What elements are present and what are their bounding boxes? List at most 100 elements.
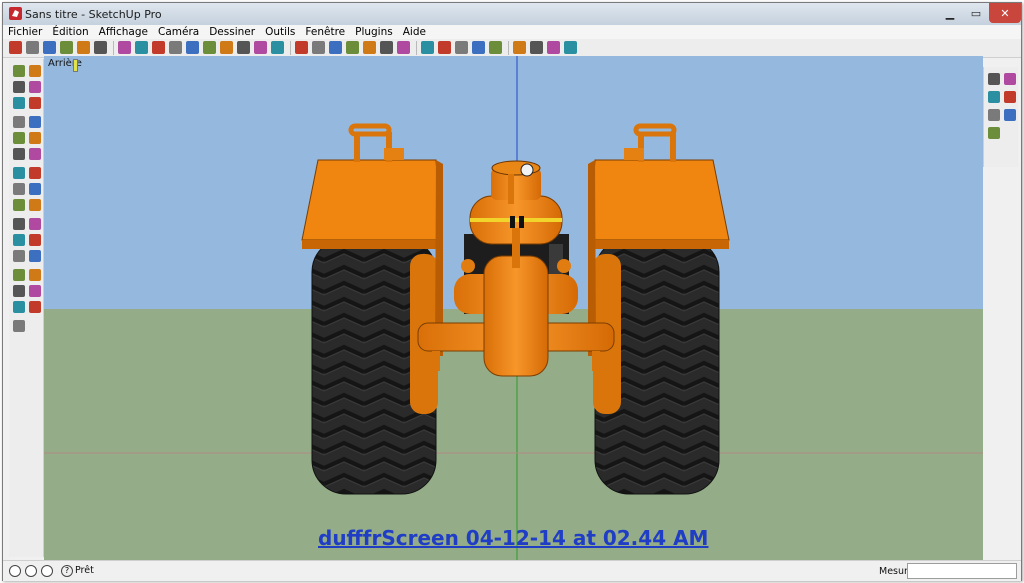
section-plane-icon[interactable]: [13, 320, 25, 332]
menu-fichier[interactable]: Fichier: [3, 25, 47, 39]
layers-icon[interactable]: [547, 41, 560, 54]
look-around-icon[interactable]: [13, 301, 25, 313]
walk-icon[interactable]: [29, 301, 41, 313]
iso-view-icon[interactable]: [312, 41, 325, 54]
scale-icon[interactable]: [29, 167, 41, 179]
pan-icon[interactable]: [13, 250, 25, 262]
components-icon[interactable]: [295, 41, 308, 54]
tape-measure-icon[interactable]: [29, 183, 41, 195]
position-camera-icon[interactable]: [29, 285, 41, 297]
dimension-icon[interactable]: [13, 199, 25, 211]
hidden-line-icon[interactable]: [455, 41, 468, 54]
zoom-extents-icon[interactable]: [271, 41, 284, 54]
paint-bucket-icon[interactable]: [203, 41, 216, 54]
line-icon[interactable]: [13, 97, 25, 109]
orbit-icon[interactable]: [220, 41, 233, 54]
left-rear-tire: [311, 237, 438, 495]
move-icon[interactable]: [29, 132, 41, 144]
toolbar-separator: [290, 41, 291, 55]
push-pull-icon[interactable]: [13, 148, 25, 160]
rotate-icon[interactable]: [29, 148, 41, 160]
close-button[interactable]: ✕: [989, 3, 1021, 23]
drawing-area[interactable]: Arrière dufffrScreen 04-12-14 at 02.44 A…: [44, 56, 983, 561]
shaded-icon[interactable]: [472, 41, 485, 54]
front-view-icon[interactable]: [346, 41, 359, 54]
offset-icon[interactable]: [13, 183, 25, 195]
menu-edition[interactable]: Édition: [47, 25, 93, 39]
rotate-icon[interactable]: [152, 41, 165, 54]
minimize-button[interactable]: ▁: [937, 3, 963, 23]
toolbar-separator: [416, 41, 417, 55]
freehand-icon[interactable]: [13, 132, 25, 144]
measurements-box[interactable]: [907, 563, 1017, 579]
select-icon[interactable]: [9, 41, 22, 54]
status-bar: ? Prêt Mesures: [3, 560, 1021, 581]
axes-icon[interactable]: [29, 218, 41, 230]
credits-icon[interactable]: [25, 565, 37, 577]
from-contours-icon[interactable]: [1004, 109, 1016, 121]
select-icon[interactable]: [13, 65, 25, 77]
geo-location-icon[interactable]: [9, 565, 21, 577]
stamp-icon[interactable]: [1004, 73, 1016, 85]
smoove-icon[interactable]: [988, 73, 1000, 85]
offset-icon[interactable]: [169, 41, 182, 54]
zoom-window-icon[interactable]: [13, 269, 25, 281]
menu-dessiner[interactable]: Dessiner: [204, 25, 260, 39]
eraser-icon[interactable]: [29, 65, 41, 77]
back-view-icon[interactable]: [380, 41, 393, 54]
eraser-icon[interactable]: [26, 41, 39, 54]
menu-affichage[interactable]: Affichage: [94, 25, 153, 39]
help-icon[interactable]: ?: [61, 565, 73, 577]
zoom-icon[interactable]: [29, 250, 41, 262]
3d-text-icon[interactable]: [13, 234, 25, 246]
zoom-extents-icon[interactable]: [29, 269, 41, 281]
window-title: Sans titre - SketchUp Pro: [25, 8, 162, 21]
toolbar-separator: [508, 41, 509, 55]
push-pull-icon[interactable]: [118, 41, 131, 54]
pan-icon[interactable]: [237, 41, 250, 54]
menu-camera[interactable]: Caméra: [153, 25, 204, 39]
menu-aide[interactable]: Aide: [398, 25, 431, 39]
pencil-icon[interactable]: [43, 41, 56, 54]
orbit-icon[interactable]: [29, 234, 41, 246]
user-icon[interactable]: [41, 565, 53, 577]
circle-icon[interactable]: [29, 97, 41, 109]
menu-fenetre[interactable]: Fenêtre: [300, 25, 350, 39]
flip-edge-icon[interactable]: [988, 109, 1000, 121]
menu-bar: Fichier Édition Affichage Caméra Dessine…: [3, 25, 1021, 39]
text-icon[interactable]: [13, 218, 25, 230]
menu-outils[interactable]: Outils: [260, 25, 300, 39]
watermark-text: dufffrScreen 04-12-14 at 02.44 AM: [318, 526, 709, 550]
sandbox-icon[interactable]: [513, 41, 526, 54]
textured-icon[interactable]: [489, 41, 502, 54]
menu-plugins[interactable]: Plugins: [350, 25, 398, 39]
tape-measure-icon[interactable]: [186, 41, 199, 54]
rectangle-icon[interactable]: [60, 41, 73, 54]
right-rear-tire: [593, 237, 720, 495]
arc-icon[interactable]: [13, 116, 25, 128]
arc-icon[interactable]: [94, 41, 107, 54]
circle-icon[interactable]: [77, 41, 90, 54]
scene-render: [44, 56, 983, 561]
protractor-icon[interactable]: [29, 199, 41, 211]
status-text: Prêt: [75, 565, 94, 576]
drape-icon[interactable]: [988, 91, 1000, 103]
warehouse-icon[interactable]: [530, 41, 543, 54]
paint-bucket-icon[interactable]: [13, 81, 25, 93]
xray-icon[interactable]: [421, 41, 434, 54]
move-icon[interactable]: [135, 41, 148, 54]
left-view-icon[interactable]: [397, 41, 410, 54]
text-cursor-indicator: [73, 59, 78, 72]
rectangle-icon[interactable]: [29, 81, 41, 93]
shadow-icon[interactable]: [564, 41, 577, 54]
from-scratch-icon[interactable]: [988, 127, 1000, 139]
follow-me-icon[interactable]: [13, 167, 25, 179]
polygon-icon[interactable]: [29, 116, 41, 128]
maximize-button[interactable]: ▭: [963, 3, 989, 23]
add-detail-icon[interactable]: [1004, 91, 1016, 103]
wireframe-icon[interactable]: [438, 41, 451, 54]
zoom-icon[interactable]: [254, 41, 267, 54]
top-view-icon[interactable]: [329, 41, 342, 54]
right-view-icon[interactable]: [363, 41, 376, 54]
previous-icon[interactable]: [13, 285, 25, 297]
